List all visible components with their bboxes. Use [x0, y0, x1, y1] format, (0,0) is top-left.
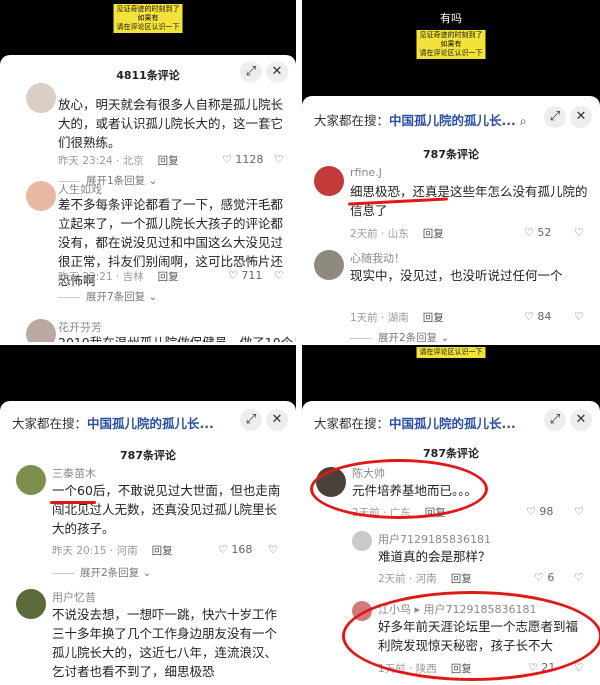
expand-replies-button[interactable]: 展开2条回复 ⌄	[52, 565, 151, 580]
close-icon[interactable]: ✕	[266, 409, 288, 431]
close-icon[interactable]: ✕	[570, 106, 592, 128]
dislike-icon[interactable]: ♡	[574, 505, 584, 518]
reply-button[interactable]: 回复	[423, 228, 444, 240]
expand-icon[interactable]: ⤢	[240, 409, 262, 431]
reply-button[interactable]: 回复	[158, 271, 179, 283]
close-icon[interactable]: ✕	[266, 61, 288, 83]
search-icon: ⌕	[519, 113, 527, 128]
avatar[interactable]	[352, 531, 372, 551]
sheet-header: 787条评论	[302, 132, 600, 162]
expand-replies-button[interactable]: 展开7条回复 ⌄	[58, 289, 157, 304]
avatar[interactable]	[26, 181, 56, 211]
expand-icon[interactable]: ⤢	[544, 409, 566, 431]
expand-icon[interactable]: ⤢	[544, 106, 566, 128]
sheet-header: 787条评论	[0, 435, 296, 463]
comment-meta: 昨天 23:24 · 北京 回复	[58, 155, 179, 167]
comment-sheet: 大家都在搜：中国孤儿院的孤儿长... ⤢ ✕ 787条评论 三秦苗木 一个60后，…	[0, 401, 296, 685]
comment-author[interactable]: rfine.J	[350, 166, 382, 179]
comment-text: 不说没去想，一想吓一跳，快六十岁工作三十多年换了几个工作身边朋友没有一个孤儿院长…	[52, 607, 278, 679]
reply-button[interactable]: 回复	[152, 545, 173, 557]
comment-author[interactable]: 用户忆昔	[52, 589, 96, 605]
avatar[interactable]	[26, 319, 56, 342]
red-circle	[342, 591, 600, 681]
comment-text: 难道真的会是那样？	[378, 549, 491, 564]
comment-sheet: 大家都在搜：中国孤儿院的孤儿长... ⤢ ✕ 787条评论 陈大帅 元件培养基地而…	[302, 401, 600, 685]
like-button[interactable]: ♡ 84	[524, 310, 551, 323]
like-button[interactable]: ♡ 168	[218, 543, 252, 556]
comment-text: 2019我在温州孤儿院做保健员，做了10个月	[58, 333, 296, 342]
dislike-icon[interactable]: ♡	[268, 543, 278, 556]
comment-count: 4811条评论	[116, 69, 180, 82]
red-underline	[50, 501, 96, 504]
comment-text: 一个60后，不敢说见过大世面，但也走南闯北见过人无数，还真没见过孤儿院里长大的孩…	[52, 483, 281, 536]
heart-icon: ♡	[524, 310, 534, 323]
comment-meta: 2天前 · 山东 回复	[350, 228, 444, 240]
like-button[interactable]: ♡ 52	[524, 226, 551, 239]
like-button[interactable]: ♡ 1128	[222, 153, 263, 166]
comment-meta: 昨天 22:21 · 吉林 回复	[58, 271, 179, 283]
video-caption: 见证奇迹的时刻到了 如果有 请在评论区认识一下	[113, 4, 183, 33]
search-suggestion[interactable]: 大家都在搜：中国孤儿院的孤儿长... ⌕ ⤢ ✕	[302, 96, 600, 132]
heart-icon: ♡	[534, 571, 544, 584]
heart-icon: ♡	[526, 505, 536, 518]
screenshot-panel-4: 请在评论区认识一下 大家都在搜：中国孤儿院的孤儿长... ⤢ ✕ 787条评论 陈…	[302, 345, 600, 685]
close-icon[interactable]: ✕	[570, 409, 592, 431]
dislike-icon[interactable]: ♡	[274, 269, 284, 282]
dislike-icon[interactable]: ♡	[574, 310, 584, 323]
comment-sheet: 大家都在搜：中国孤儿院的孤儿长... ⌕ ⤢ ✕ 787条评论 rfine.J 细…	[302, 96, 600, 342]
avatar[interactable]	[16, 589, 46, 619]
avatar[interactable]	[314, 250, 344, 280]
heart-icon: ♡	[524, 226, 534, 239]
comment-author[interactable]: 心随我动！	[350, 250, 405, 266]
comment-count: 787条评论	[120, 449, 176, 462]
comment-meta: 昨天 20:15 · 河南 回复	[52, 545, 173, 557]
screenshot-panel-3: 大家都在搜：中国孤儿院的孤儿长... ⤢ ✕ 787条评论 三秦苗木 一个60后，…	[0, 345, 296, 685]
video-caption: 请在评论区认识一下	[416, 347, 486, 358]
like-button[interactable]: ♡ 98	[526, 505, 553, 518]
avatar[interactable]	[314, 166, 344, 196]
comment-meta: 2天前 · 河南 回复	[378, 573, 472, 585]
red-circle	[310, 459, 488, 519]
comment-author[interactable]: 用户7129185836181	[378, 531, 491, 547]
sheet-header: 787条评论	[302, 435, 600, 461]
expand-icon[interactable]: ⤢	[240, 61, 262, 83]
reply-button[interactable]: 回复	[451, 573, 472, 585]
dislike-icon[interactable]: ♡	[274, 153, 284, 166]
screenshot-panel-2: 有吗 见证奇迹的时刻到了 如果有 请在评论区认识一下 大家都在搜：中国孤儿院的孤…	[302, 0, 600, 342]
comment-text: 现实中，没见过，也没听说过任何一个	[350, 268, 563, 283]
video-title: 有吗	[440, 12, 462, 25]
heart-icon: ♡	[218, 543, 228, 556]
reply-button[interactable]: 回复	[423, 312, 444, 324]
comment-author[interactable]: 三秦苗木	[52, 465, 96, 481]
dislike-icon[interactable]: ♡	[574, 571, 584, 584]
comment-meta: 1天前 · 湖南 回复	[350, 312, 444, 324]
heart-icon: ♡	[222, 153, 232, 166]
like-button[interactable]: ♡ 6	[534, 571, 554, 584]
comment-count: 787条评论	[423, 148, 479, 161]
dislike-icon[interactable]: ♡	[574, 226, 584, 239]
screenshot-panel-1: 见证奇迹的时刻到了 如果有 请在评论区认识一下 4811条评论 ⤢ ✕ 放心，明天…	[0, 0, 296, 342]
video-caption: 见证奇迹的时刻到了 如果有 请在评论区认识一下	[416, 30, 486, 59]
comment-text: 放心，明天就会有很多人自称是孤儿院长大的，或者认识孤儿院长大的，这一套它们很熟练…	[58, 97, 284, 150]
heart-icon: ♡	[228, 269, 238, 282]
avatar[interactable]	[26, 83, 56, 113]
comment-sheet: 4811条评论 ⤢ ✕ 放心，明天就会有很多人自称是孤儿院长大的，或者认识孤儿院长…	[0, 55, 296, 342]
reply-button[interactable]: 回复	[158, 155, 179, 167]
comment-count: 787条评论	[423, 447, 479, 460]
like-button[interactable]: ♡ 711	[228, 269, 262, 282]
search-suggestion[interactable]: 大家都在搜：中国孤儿院的孤儿长... ⤢ ✕	[302, 401, 600, 435]
avatar[interactable]	[16, 465, 46, 495]
expand-replies-button[interactable]: 展开2条回复 ⌄	[350, 330, 449, 342]
search-suggestion[interactable]: 大家都在搜：中国孤儿院的孤儿长... ⤢ ✕	[0, 401, 296, 435]
